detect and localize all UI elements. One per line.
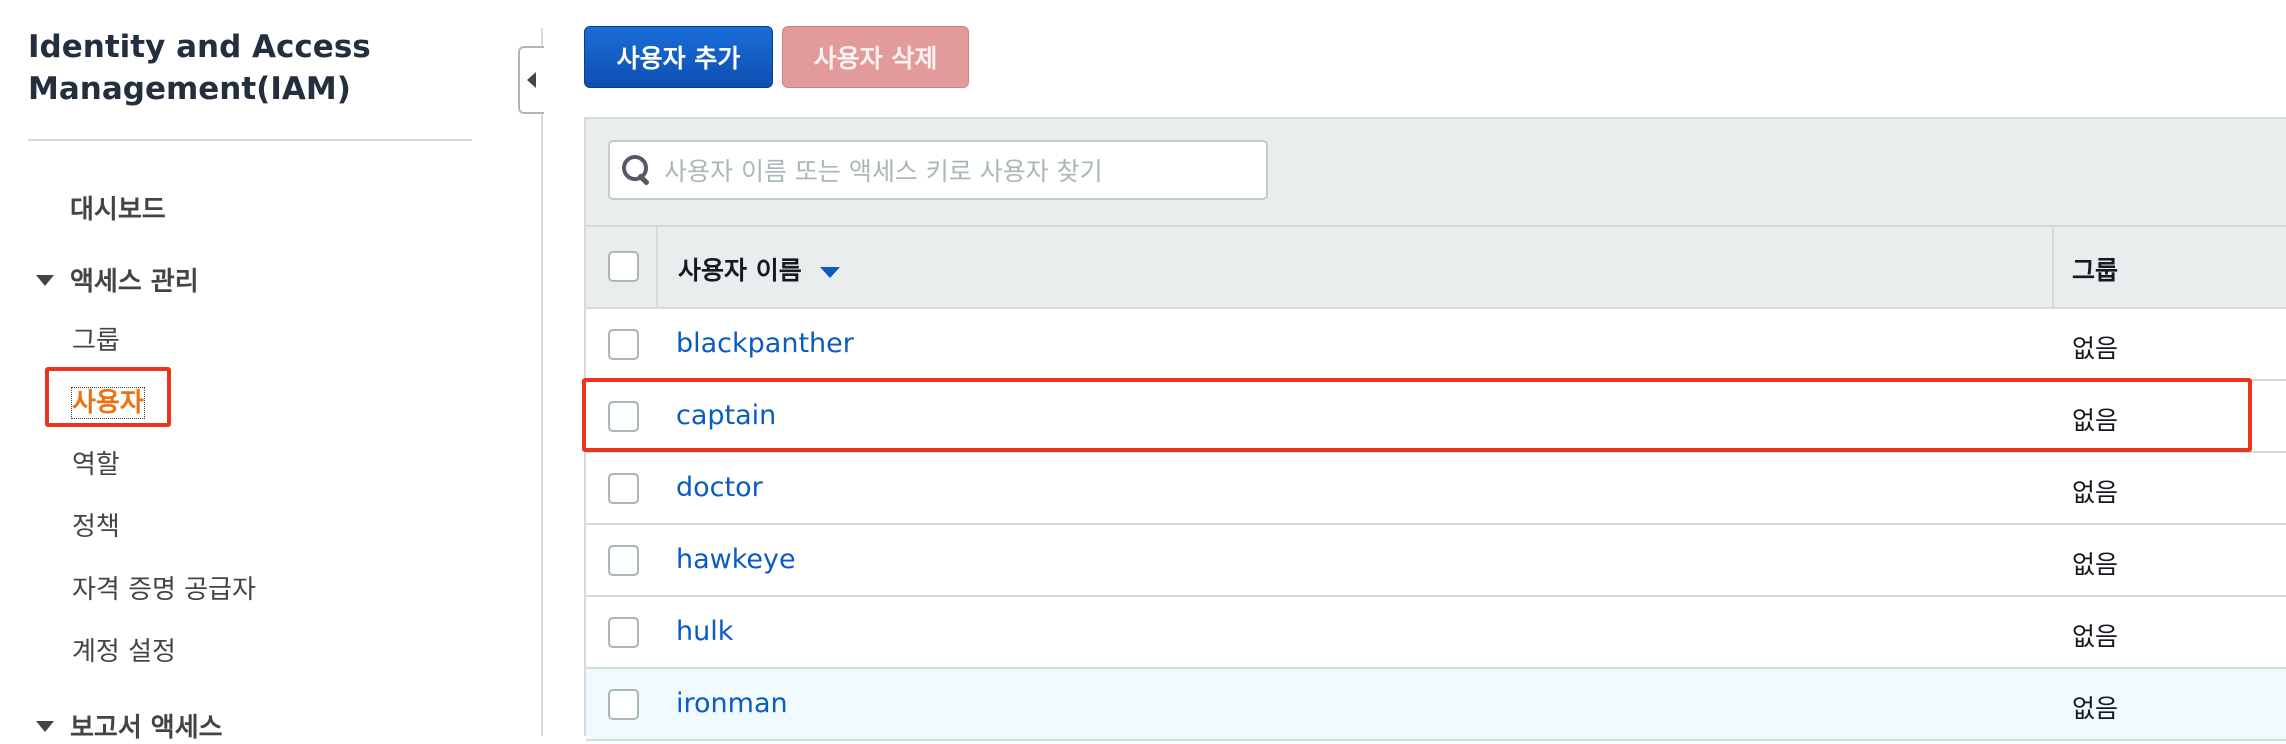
nav-dashboard[interactable]: 대시보드 xyxy=(70,189,166,226)
user-name-link[interactable]: doctor xyxy=(676,472,763,503)
sidebar-border xyxy=(541,28,543,736)
sort-descending-icon xyxy=(819,266,840,278)
table-header: 사용자 이름 그룹 xyxy=(586,225,2286,309)
row-checkbox[interactable] xyxy=(608,545,639,576)
column-header-groups[interactable]: 그룹 xyxy=(2072,251,2118,287)
table-row[interactable]: hawkeye 없음 xyxy=(586,525,2286,597)
nav-item-policies[interactable]: 정책 xyxy=(72,506,120,543)
nav-item-identity-providers[interactable]: 자격 증명 공급자 xyxy=(72,569,256,606)
search-bar: 사용자 이름 또는 액세스 키로 사용자 찾기 xyxy=(586,119,2286,225)
nav-section-access-management[interactable]: 액세스 관리 xyxy=(36,261,199,298)
search-placeholder: 사용자 이름 또는 액세스 키로 사용자 찾기 xyxy=(664,157,1103,186)
expand-triangle-icon xyxy=(36,275,54,286)
add-user-button[interactable]: 사용자 추가 xyxy=(584,26,773,88)
search-input[interactable]: 사용자 이름 또는 액세스 키로 사용자 찾기 xyxy=(608,140,1268,200)
row-checkbox[interactable] xyxy=(608,689,639,720)
sidebar-title: Identity and Access Management(IAM) xyxy=(28,29,371,107)
nav-item-roles[interactable]: 역할 xyxy=(72,444,120,481)
highlight-box-captain-row xyxy=(582,378,2252,452)
nav-section-access-reports[interactable]: 보고서 액세스 xyxy=(36,707,223,744)
column-divider xyxy=(656,227,658,307)
nav-item-groups[interactable]: 그룹 xyxy=(72,320,120,357)
user-name-link[interactable]: hulk xyxy=(676,616,733,647)
user-name-link[interactable]: hawkeye xyxy=(676,544,796,575)
table-row[interactable]: hulk 없음 xyxy=(586,597,2286,669)
row-checkbox[interactable] xyxy=(608,329,639,360)
user-group-value: 없음 xyxy=(2072,550,2119,579)
nav-section-label: 보고서 액세스 xyxy=(70,713,223,743)
column-header-username-label: 사용자 이름 xyxy=(678,256,802,285)
highlight-box-users xyxy=(45,367,171,427)
nav-section-label: 액세스 관리 xyxy=(70,267,199,297)
user-name-link[interactable]: ironman xyxy=(676,688,788,719)
sidebar: Identity and Access Management(IAM) 대시보드… xyxy=(0,0,542,743)
sidebar-collapse-button[interactable] xyxy=(518,46,544,114)
column-header-username[interactable]: 사용자 이름 xyxy=(678,251,840,287)
sidebar-divider xyxy=(28,139,472,141)
row-checkbox[interactable] xyxy=(608,617,639,648)
column-divider xyxy=(2052,227,2054,307)
user-group-value: 없음 xyxy=(2072,694,2119,723)
select-all-checkbox[interactable] xyxy=(608,251,639,282)
table-row[interactable]: ironman 없음 xyxy=(586,669,2286,741)
user-group-value: 없음 xyxy=(2072,478,2119,507)
user-name-link[interactable]: blackpanther xyxy=(676,328,854,359)
nav-item-account-settings[interactable]: 계정 설정 xyxy=(72,631,176,668)
user-group-value: 없음 xyxy=(2072,334,2119,363)
collapse-arrow-icon xyxy=(527,72,536,88)
delete-user-button[interactable]: 사용자 삭제 xyxy=(782,26,969,88)
expand-triangle-icon xyxy=(36,721,54,732)
table-row[interactable]: blackpanther 없음 xyxy=(586,309,2286,381)
search-icon xyxy=(620,153,654,187)
row-checkbox[interactable] xyxy=(608,473,639,504)
user-group-value: 없음 xyxy=(2072,622,2119,651)
table-row[interactable]: doctor 없음 xyxy=(586,453,2286,525)
